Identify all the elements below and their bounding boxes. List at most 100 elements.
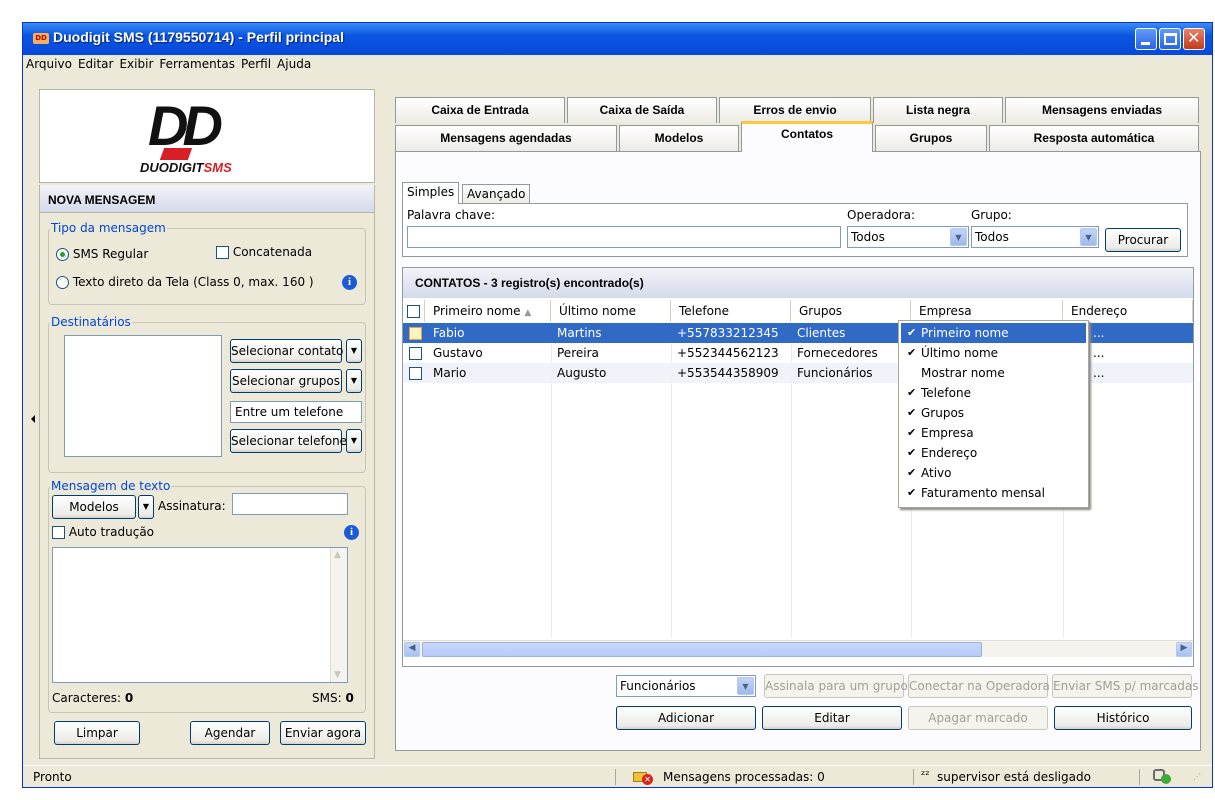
recipients-list[interactable] <box>64 335 222 457</box>
col-company[interactable]: Empresa <box>911 300 1063 322</box>
menu-item-label: Endereço <box>921 446 978 460</box>
checkbox-icon <box>52 526 65 539</box>
minimize-button[interactable] <box>1135 28 1157 50</box>
menu-editar[interactable]: Editar <box>75 55 117 71</box>
scroll-thumb[interactable] <box>422 642 982 657</box>
scroll-left-icon[interactable]: ◀ <box>404 642 420 657</box>
chevron-down-icon[interactable]: ▼ <box>950 228 967 246</box>
group-assign-select[interactable]: Funcionários ▼ <box>616 675 756 697</box>
signature-input[interactable] <box>232 493 348 515</box>
search-button[interactable]: Procurar <box>1105 228 1181 252</box>
logo-text: DUODIGITSMS <box>140 160 232 175</box>
select-contact-dropdown[interactable]: ▼ <box>346 339 362 363</box>
group-select[interactable]: Todos ▼ <box>971 226 1099 248</box>
menu-ferramentas[interactable]: Ferramentas <box>156 55 238 71</box>
checkbox-icon[interactable] <box>409 367 422 380</box>
tab-auto-reply[interactable]: Resposta automática <box>989 125 1199 151</box>
delete-marked-button[interactable]: Apagar marcado <box>908 706 1048 730</box>
menu-item-groups[interactable]: ✔ Grupos <box>901 403 1086 423</box>
menu-arquivo[interactable]: Arquivo <box>23 55 75 71</box>
cell-last-name: Augusto <box>557 366 607 380</box>
characters-counter: Caracteres: 0 <box>52 691 133 705</box>
history-button[interactable]: Histórico <box>1054 706 1192 730</box>
checkbox-icon[interactable] <box>409 347 422 360</box>
new-message-panel: NOVA MENSAGEM Tipo da mensagem SMS Regul… <box>39 185 375 759</box>
tab-blacklist[interactable]: Lista negra <box>873 97 1003 123</box>
menu-item-active[interactable]: ✔ Ativo <box>901 463 1086 483</box>
tab-groups[interactable]: Grupos <box>875 125 987 151</box>
menu-exibir[interactable]: Exibir <box>116 55 156 71</box>
sms-label: SMS: <box>312 691 342 705</box>
menu-ajuda[interactable]: Ajuda <box>274 55 314 71</box>
info-icon[interactable]: i <box>344 525 359 540</box>
subtab-advanced[interactable]: Avançado <box>462 184 531 204</box>
select-groups-button[interactable]: Selecionar grupos <box>230 369 342 393</box>
title-bar[interactable]: DD Duodigit SMS (1179550714) - Perfil pr… <box>23 23 1212 55</box>
select-groups-dropdown[interactable]: ▼ <box>346 369 362 393</box>
tab-contacts[interactable]: Contatos <box>741 121 873 152</box>
send-now-button[interactable]: Enviar agora <box>280 721 366 745</box>
info-icon[interactable]: i <box>342 275 357 290</box>
clear-button[interactable]: Limpar <box>54 721 140 745</box>
assign-group-button[interactable]: Assinala para um grupo <box>764 674 908 698</box>
auto-translate-option[interactable]: Auto tradução <box>52 525 154 539</box>
keyword-input[interactable] <box>407 226 841 248</box>
subtab-simple[interactable]: Simples <box>402 182 460 204</box>
sms-regular-option[interactable]: SMS Regular <box>56 247 148 261</box>
schedule-button[interactable]: Agendar <box>190 721 270 745</box>
select-contact-button[interactable]: Selecionar contato <box>230 339 343 363</box>
col-address[interactable]: Endereço <box>1063 300 1193 322</box>
menu-item-address[interactable]: ✔ Endereço <box>901 443 1086 463</box>
templates-button[interactable]: Modelos <box>52 495 136 519</box>
checkbox-icon[interactable] <box>409 327 422 340</box>
cell-group: Fornecedores <box>797 346 878 360</box>
tab-scheduled[interactable]: Mensagens agendadas <box>395 125 617 151</box>
col-last-name[interactable]: Último nome <box>551 300 671 322</box>
add-button[interactable]: Adicionar <box>616 706 756 730</box>
horizontal-scrollbar[interactable]: ◀ ▶ <box>403 640 1193 657</box>
texto-direto-option[interactable]: Texto direto da Tela (Class 0, max. 160 … <box>56 275 314 289</box>
tab-templates[interactable]: Modelos <box>619 125 739 151</box>
menu-item-monthly-billing[interactable]: ✔ Faturamento mensal <box>901 483 1086 503</box>
templates-dropdown[interactable]: ▼ <box>138 495 154 519</box>
menu-item-phone[interactable]: ✔ Telefone <box>901 383 1086 403</box>
scroll-up-icon[interactable]: ▲ <box>334 550 341 560</box>
tab-send-errors[interactable]: Erros de envio <box>719 97 871 123</box>
close-button[interactable]: ✕ <box>1183 28 1205 50</box>
tab-sent-messages[interactable]: Mensagens enviadas <box>1005 97 1199 123</box>
close-icon: ✕ <box>1187 28 1201 47</box>
tab-inbox[interactable]: Caixa de Entrada <box>395 97 565 123</box>
textarea-scrollbar[interactable]: ▲ ▼ <box>330 548 347 682</box>
col-phone[interactable]: Telefone <box>671 300 791 322</box>
edit-button[interactable]: Editar <box>762 706 902 730</box>
chevron-down-icon[interactable]: ▼ <box>1080 228 1097 246</box>
select-phone-dropdown[interactable]: ▼ <box>346 429 362 453</box>
menu-item-label: Último nome <box>921 346 999 360</box>
message-textarea[interactable]: ▲ ▼ <box>52 547 348 683</box>
operator-select[interactable]: Todos ▼ <box>847 226 969 248</box>
splitter-arrow-icon[interactable] <box>31 415 35 423</box>
scroll-right-icon[interactable]: ▶ <box>1176 642 1192 657</box>
resize-grip-icon[interactable]: ⋰ <box>1193 772 1201 781</box>
menu-item-last-name[interactable]: ✔ Último nome <box>901 343 1086 363</box>
app-icon: DD <box>33 33 49 44</box>
phone-input[interactable]: Entre um telefone <box>230 401 362 423</box>
scroll-down-icon[interactable]: ▼ <box>334 670 341 680</box>
select-all-header[interactable] <box>403 300 425 322</box>
menu-item-first-name[interactable]: ✔ Primeiro nome <box>901 323 1086 343</box>
connect-operator-button[interactable]: Conectar na Operadora <box>908 674 1050 698</box>
tab-outbox[interactable]: Caixa de Saída <box>567 97 717 123</box>
maximize-button[interactable] <box>1159 28 1181 50</box>
cell-address: ... <box>1093 326 1105 340</box>
concatenada-option[interactable]: Concatenada <box>216 245 312 259</box>
menu-item-company[interactable]: ✔ Empresa <box>901 423 1086 443</box>
menu-item-show-name[interactable]: Mostrar nome <box>901 363 1086 383</box>
col-first-name[interactable]: Primeiro nome ▲ <box>425 300 551 322</box>
select-phone-button[interactable]: Selecionar telefone <box>230 429 347 453</box>
divider <box>1139 769 1140 785</box>
check-icon: ✔ <box>907 486 917 499</box>
chevron-down-icon[interactable]: ▼ <box>737 677 754 695</box>
col-groups[interactable]: Grupos <box>791 300 911 322</box>
menu-perfil[interactable]: Perfil <box>238 55 274 71</box>
send-marked-button[interactable]: Enviar SMS p/ marcadas <box>1052 674 1199 698</box>
